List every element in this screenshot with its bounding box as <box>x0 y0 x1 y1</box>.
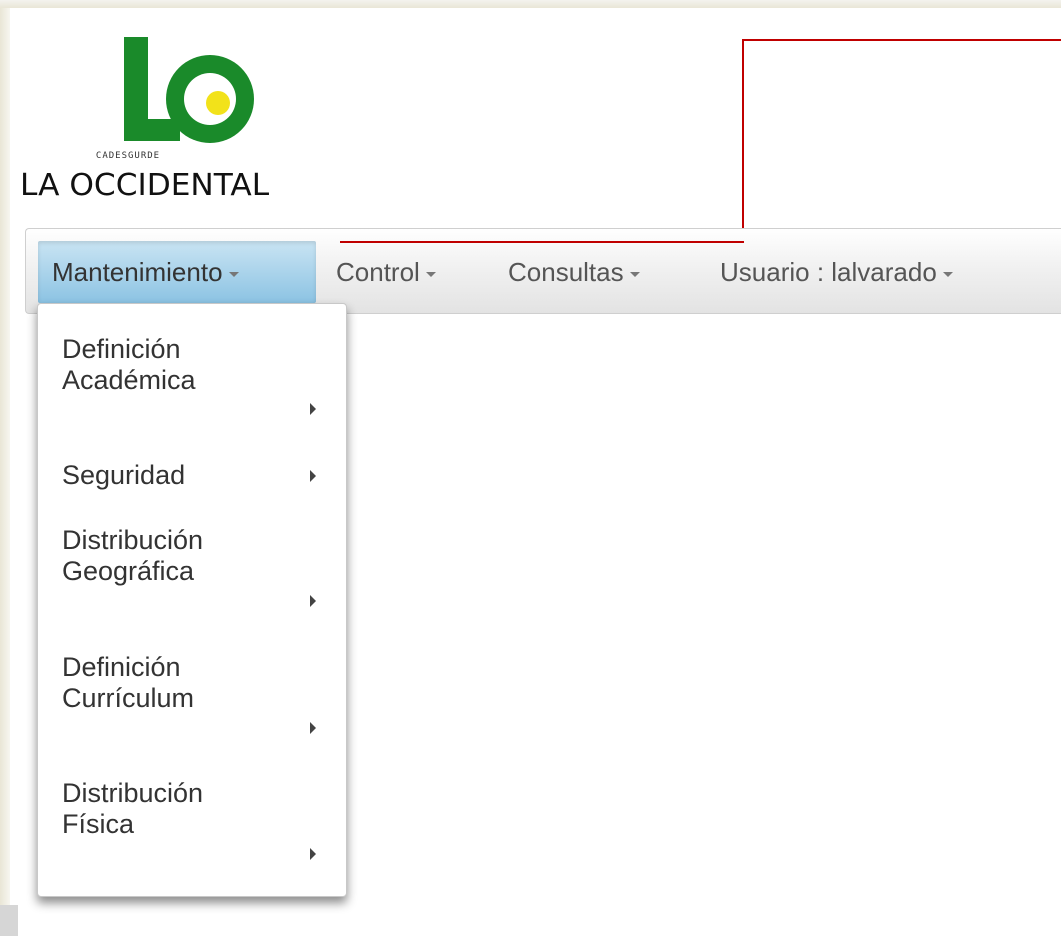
chevron-down-icon <box>629 271 640 277</box>
annotation-line <box>742 39 744 243</box>
nav-menu-consultas[interactable]: Consultas <box>494 241 654 303</box>
window-corner <box>0 905 18 936</box>
chevron-right-icon <box>310 722 316 734</box>
logo-tagline: CADESGURDE <box>95 151 161 161</box>
menu-item-distribucion-geografica[interactable]: Distribución Geográfica <box>62 525 332 587</box>
menu-item-label: Académica <box>62 365 196 395</box>
logo-brand-name: LA OCCIDENTAL <box>20 168 270 203</box>
annotation-line <box>744 39 1061 41</box>
menu-item-label: Seguridad <box>62 460 186 490</box>
chevron-down-icon <box>228 271 239 277</box>
nav-label: Mantenimiento <box>52 257 223 287</box>
mantenimiento-dropdown-menu: Definición Académica Seguridad Distribuc… <box>37 303 347 897</box>
nav-label: Usuario : lalvarado <box>720 257 937 287</box>
menu-item-label: Física <box>62 809 135 839</box>
nav-label: Control <box>336 257 420 287</box>
menu-item-definicion-curriculum[interactable]: Definición Currículum <box>62 652 332 714</box>
chevron-right-icon <box>310 403 316 415</box>
menu-item-label: Definición <box>62 334 181 364</box>
menu-item-seguridad[interactable]: Seguridad <box>62 460 332 491</box>
menu-item-label: Distribución <box>62 525 204 555</box>
browser-left-strip <box>0 8 10 936</box>
chevron-right-icon <box>310 848 316 860</box>
annotation-line <box>340 241 744 243</box>
chevron-right-icon <box>310 595 316 607</box>
menu-item-distribucion-fisica[interactable]: Distribución Física <box>62 778 332 840</box>
nav-menu-mantenimiento[interactable]: Mantenimiento <box>38 241 316 303</box>
chevron-down-icon <box>942 271 953 277</box>
chevron-down-icon <box>425 271 436 277</box>
menu-item-label: Currículum <box>62 683 195 713</box>
nav-menu-usuario[interactable]: Usuario : lalvarado <box>706 241 967 303</box>
menu-item-definicion-academica[interactable]: Definición Académica <box>62 334 332 396</box>
logo-mark-icon <box>124 37 254 143</box>
menu-item-label: Definición <box>62 652 181 682</box>
chevron-right-icon <box>310 470 316 482</box>
nav-label: Consultas <box>508 257 624 287</box>
company-logo: CADESGURDE LA OCCIDENTAL <box>20 25 360 210</box>
menu-item-label: Distribución <box>62 778 204 808</box>
menu-item-label: Geográfica <box>62 556 195 586</box>
nav-menu-control[interactable]: Control <box>322 241 450 303</box>
